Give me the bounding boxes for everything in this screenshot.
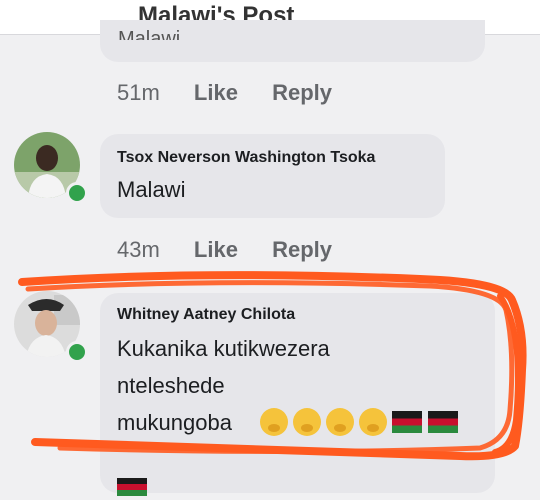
comment-text-line: mukungoba — [117, 410, 232, 435]
previous-comment-actions: 51m Like Reply — [117, 80, 360, 106]
comment-time: 43m — [117, 237, 160, 262]
comment-text: Malawi — [117, 177, 186, 202]
comment-text-line: Kukanika kutikwezera — [117, 336, 330, 361]
emoji-row — [260, 408, 464, 436]
thinking-face-icon — [260, 408, 288, 436]
comment-author[interactable]: Tsox Neverson Washington Tsoka — [117, 149, 375, 167]
previous-comment-text: Malawi. — [118, 28, 186, 40]
reply-link[interactable]: Reply — [272, 80, 332, 105]
like-link[interactable]: Like — [194, 80, 238, 105]
comment-time: 51m — [117, 80, 160, 105]
malawi-flag-icon — [428, 411, 458, 433]
reply-link[interactable]: Reply — [272, 237, 332, 262]
online-indicator — [66, 341, 88, 363]
thinking-face-icon — [359, 408, 387, 436]
comment-author[interactable]: Whitney Aatney Chilota — [117, 306, 295, 324]
like-link[interactable]: Like — [194, 237, 238, 262]
thinking-face-icon — [293, 408, 321, 436]
online-indicator — [66, 182, 88, 204]
comment-actions: 43m Like Reply — [117, 237, 360, 263]
malawi-flag-icon — [117, 478, 147, 496]
thinking-face-icon — [326, 408, 354, 436]
comment-text-line: nteleshede — [117, 373, 225, 398]
malawi-flag-icon — [392, 411, 422, 433]
